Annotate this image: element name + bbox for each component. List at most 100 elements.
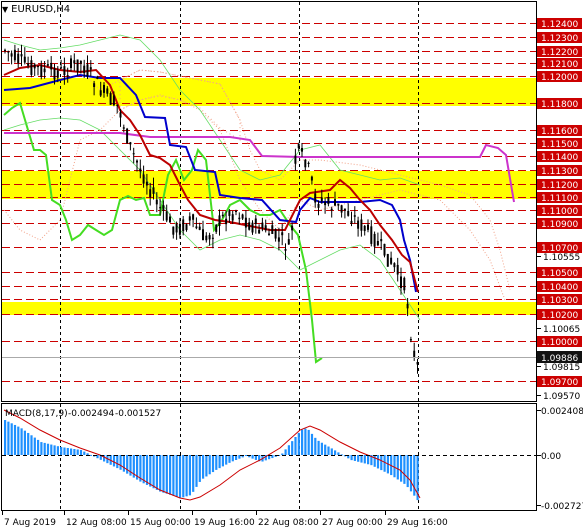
time-label: 29 Aug 16:00: [387, 518, 448, 528]
macd-value-main: -0.002494: [68, 409, 114, 419]
macd-bar: [324, 444, 327, 455]
candle-body: [264, 225, 267, 231]
symbol-title-text: EURUSD,H4: [11, 3, 71, 15]
macd-bar: [20, 428, 23, 455]
candle-body: [112, 95, 115, 106]
macd-bar: [23, 430, 26, 455]
candle-body: [231, 214, 234, 221]
macd-bar: [172, 455, 175, 496]
macd-bar: [357, 455, 360, 462]
candle-body: [13, 49, 16, 61]
candle-body: [363, 225, 366, 232]
macd-axis-bottom: -0.002727: [541, 502, 583, 512]
candle-body: [73, 60, 76, 64]
price-level-label: 1.11100: [541, 194, 578, 204]
candle-body: [43, 68, 46, 73]
macd-bar: [215, 455, 218, 470]
price-tick-label: 1.09570: [543, 392, 580, 402]
candle-body: [235, 211, 237, 213]
price-level-label: 1.10200: [541, 311, 578, 321]
time-label: 27 Aug 00:00: [322, 518, 383, 528]
candle-body: [70, 58, 72, 68]
candle-body: [53, 68, 56, 80]
candle-body: [37, 66, 39, 68]
macd-bar: [218, 455, 221, 469]
macd-bar: [211, 455, 215, 473]
current-price-label: 1.09886: [541, 354, 578, 364]
candle-body: [261, 222, 264, 229]
price-level-label: 1.10500: [541, 269, 578, 279]
candle-body: [386, 254, 389, 267]
candle-body: [409, 339, 412, 341]
collapse-triangle-icon[interactable]: ▼: [2, 5, 8, 14]
candle-body: [241, 214, 244, 219]
candle-body: [353, 215, 356, 217]
candle-body: [291, 225, 294, 231]
candle-body: [23, 56, 26, 63]
macd-bar: [126, 455, 129, 474]
candle-body: [20, 54, 23, 57]
price-level-label: 1.11200: [541, 181, 578, 191]
macd-bar: [169, 455, 172, 495]
macd-bar: [165, 455, 168, 494]
candle-body: [373, 233, 376, 247]
macd-bar: [152, 455, 155, 489]
price-level-label: 1.11600: [541, 127, 578, 137]
macd-bar: [188, 455, 191, 496]
candle-body: [63, 66, 66, 76]
candle-body: [225, 218, 228, 225]
macd-bar: [27, 432, 30, 455]
candle-body: [198, 226, 201, 230]
macd-bar: [149, 455, 152, 487]
macd-bar: [56, 446, 59, 455]
macd-bar: [86, 453, 89, 455]
macd-bar: [112, 455, 116, 467]
macd-bar: [162, 455, 165, 493]
macd-axis-zero: 0.00: [541, 452, 561, 462]
candle-body: [132, 153, 135, 155]
price-level-label: 1.11400: [541, 153, 578, 163]
yellow-zone: [2, 302, 536, 315]
macd-bar: [403, 455, 406, 484]
candle-body: [301, 148, 303, 152]
candle-body: [376, 240, 379, 246]
price-level-label: 1.10400: [541, 283, 578, 293]
candle-body: [205, 235, 208, 241]
candle-body: [367, 224, 369, 230]
price-level-label: 1.12100: [541, 60, 578, 70]
candle-body: [56, 70, 59, 78]
macd-name: MACD(8,17,9): [5, 409, 68, 419]
symbol-title[interactable]: ▼ EURUSD,H4: [2, 2, 70, 16]
candle-body: [347, 210, 350, 216]
candle-body: [142, 174, 145, 184]
macd-bar: [287, 445, 290, 455]
price-level-label: 1.12000: [541, 73, 578, 83]
candle-body: [152, 187, 155, 194]
candle-body: [350, 220, 353, 224]
macd-bar: [185, 455, 188, 497]
macd-bar: [400, 455, 403, 482]
macd-bar: [159, 455, 162, 492]
macd-bar: [192, 455, 195, 492]
macd-value-signal: -0.001527: [115, 409, 161, 419]
price-tick-label: 1.10555: [543, 253, 580, 263]
yellow-zone: [2, 78, 536, 106]
candle-body: [136, 160, 138, 163]
macd-bar: [320, 442, 323, 455]
macd-bar: [396, 455, 399, 480]
candle-body: [99, 90, 102, 96]
macd-bar: [317, 440, 320, 455]
candle-body: [238, 217, 241, 220]
candle-body: [271, 225, 274, 234]
time-label: 22 Aug 08:00: [258, 518, 319, 528]
macd-bar: [119, 455, 122, 470]
candle-body: [310, 176, 313, 181]
candle-body: [129, 142, 132, 145]
candle-body: [390, 257, 393, 264]
macd-bar: [337, 452, 340, 455]
price-level-label: 1.12400: [541, 20, 578, 30]
macd-bar: [182, 455, 185, 498]
macd-bar: [155, 455, 158, 490]
chart-canvas[interactable]: 1.12400 1.12300 1.12200 1.12100 1.12000 1.118…: [0, 0, 583, 532]
candle-body: [258, 229, 261, 234]
